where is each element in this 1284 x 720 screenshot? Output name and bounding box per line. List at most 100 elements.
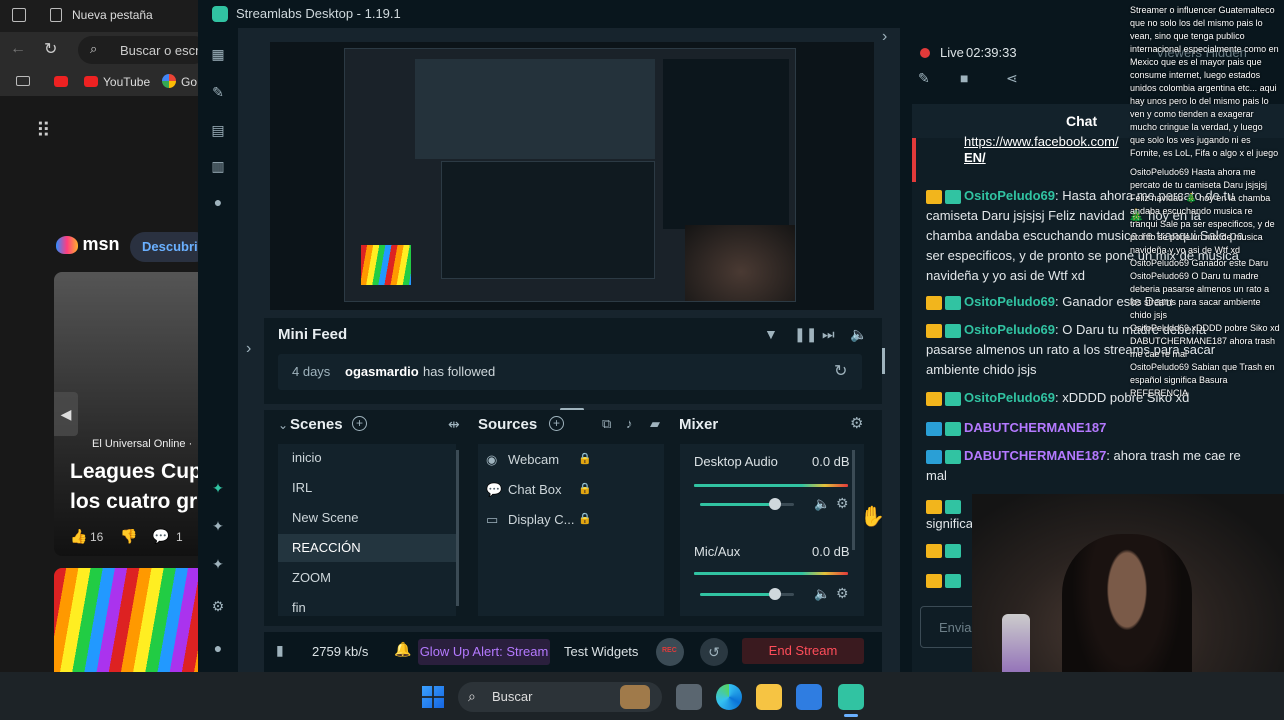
lock-icon[interactable]: 🔒 — [578, 512, 592, 525]
source-folder-icon[interactable]: ▰ — [650, 416, 660, 432]
expand-left-icon[interactable]: › — [246, 340, 251, 358]
bookmark-tab-icon[interactable] — [16, 76, 30, 86]
app-one-icon[interactable]: ✦ — [208, 478, 228, 498]
mouse-cursor-icon: ✋ — [860, 506, 885, 528]
video-camera-icon[interactable]: ■ — [960, 70, 968, 86]
news-headline-2[interactable]: los cuatro gr — [70, 490, 197, 514]
search-icon: ⌕ — [468, 688, 476, 704]
lock-icon[interactable]: 🔒 — [578, 452, 592, 465]
edge-icon[interactable] — [716, 684, 742, 710]
chat-user[interactable]: DABUTCHERMANE187 — [964, 420, 1106, 435]
streamlabs-taskbar-icon[interactable] — [838, 684, 864, 710]
app-two-icon[interactable]: ✦ — [208, 516, 228, 536]
scene-transition-icon[interactable]: ⇹ — [448, 416, 460, 433]
replay-buffer-button[interactable]: ↺ — [700, 638, 728, 666]
tab-actions-icon[interactable] — [12, 8, 26, 22]
app-three-icon[interactable]: ✦ — [208, 554, 228, 574]
search-highlight-icon — [620, 685, 650, 709]
news-image-tv[interactable] — [54, 568, 200, 672]
streamlabs-badge-icon — [945, 391, 961, 406]
collapse-right-icon[interactable]: › — [882, 28, 887, 46]
source-group-icon[interactable]: ⧉ — [602, 416, 611, 432]
scene-item[interactable]: fin — [278, 594, 456, 616]
bookmark-google[interactable]: Go — [181, 75, 197, 89]
taskbar-search[interactable]: ⌕ Buscar — [458, 682, 662, 712]
themes-icon[interactable]: ✎ — [208, 82, 228, 102]
source-item[interactable]: Webcam — [508, 452, 559, 467]
add-scene-icon[interactable]: + — [352, 416, 367, 431]
scene-item[interactable]: New Scene — [278, 504, 456, 532]
alert-button[interactable]: Glow Up Alert: Stream — [418, 639, 550, 665]
feed-scrollbar[interactable] — [882, 348, 885, 374]
filter-icon[interactable]: ▼ — [764, 326, 778, 342]
end-stream-button[interactable]: End Stream — [742, 638, 864, 664]
bell-icon[interactable]: 🔔 — [394, 641, 411, 658]
mixer-channel-level: 0.0 dB — [812, 454, 850, 469]
scene-item[interactable]: ZOOM — [278, 564, 456, 592]
chat-user[interactable]: OsitoPeludo69 — [964, 322, 1055, 337]
comment-icon[interactable]: 💬 — [152, 528, 169, 545]
collapse-scenes-icon[interactable]: ⌄ — [278, 418, 288, 432]
lock-icon[interactable]: 🔒 — [578, 482, 592, 495]
comments-count: 1 — [176, 530, 183, 544]
edit-stream-icon[interactable]: ✎ — [918, 70, 930, 87]
mixer-scrollbar[interactable] — [852, 450, 855, 550]
preview-scenes-thumb — [441, 161, 655, 279]
layout-icon[interactable]: ▥ — [208, 156, 228, 176]
store-icon[interactable]: ▤ — [208, 120, 228, 140]
play-icon[interactable]: ● — [208, 192, 228, 212]
test-widgets-button[interactable]: Test Widgets — [564, 644, 638, 659]
camera-icon: ◉ — [486, 452, 498, 467]
carousel-prev-button[interactable]: ◀ — [54, 392, 78, 436]
share-icon[interactable]: ⋖ — [1006, 70, 1018, 87]
volume-icon[interactable]: 🔈 — [850, 326, 867, 343]
tab-title[interactable]: Nueva pestaña — [72, 8, 153, 22]
reload-icon[interactable]: ↻ — [44, 39, 57, 59]
pause-icon[interactable]: ❚❚ — [794, 326, 817, 343]
streamlabs-badge-icon — [945, 323, 961, 338]
settings-icon[interactable]: ⚙ — [208, 596, 228, 616]
scenes-scrollbar[interactable] — [456, 450, 459, 606]
bookmark-youtube[interactable]: YouTube — [103, 75, 150, 89]
scene-item[interactable]: inicio — [278, 444, 456, 472]
source-item[interactable]: Chat Box — [508, 482, 561, 497]
mute-icon[interactable]: 🔈 — [814, 586, 830, 602]
mixer-settings-icon[interactable]: ⚙ — [850, 414, 863, 432]
replay-icon[interactable]: ↻ — [834, 361, 847, 381]
source-audio-icon[interactable]: ♪ — [626, 416, 633, 431]
file-explorer-icon[interactable] — [756, 684, 782, 710]
preview-capture — [344, 48, 796, 302]
dislike-icon[interactable]: 👎 — [120, 528, 137, 545]
taskbar-search-label: Buscar — [492, 689, 533, 704]
feed-event-row[interactable]: 4 days ogasmardio has followed ↻ — [278, 354, 862, 390]
add-source-icon[interactable]: + — [549, 416, 564, 431]
chat-link[interactable]: https://www.facebook.com/ — [964, 134, 1119, 149]
back-icon[interactable]: ← — [10, 40, 26, 58]
chat-user[interactable]: DABUTCHERMANE187 — [964, 448, 1106, 463]
performance-icon[interactable]: ▮ — [276, 642, 284, 659]
stream-preview[interactable] — [270, 42, 874, 310]
youtube-icon[interactable] — [54, 76, 68, 87]
chat-user[interactable]: OsitoPeludo69 — [964, 390, 1055, 405]
overlay-chat-line: OsitoPeludo69 Hasta ahora me percato de … — [1130, 167, 1275, 255]
apps-grid-icon[interactable]: ⠿ — [36, 118, 51, 143]
chat-user[interactable]: OsitoPeludo69 — [964, 294, 1055, 309]
chat-link[interactable]: EN/ — [964, 150, 986, 165]
address-bar[interactable]: ⌕ Buscar o escr — [78, 36, 208, 64]
channel-settings-icon[interactable]: ⚙ — [836, 585, 849, 602]
store-icon[interactable] — [796, 684, 822, 710]
source-item[interactable]: Display C... — [508, 512, 574, 527]
msn-logo[interactable]: msn — [56, 234, 119, 255]
channel-settings-icon[interactable]: ⚙ — [836, 495, 849, 512]
news-headline-1[interactable]: Leagues Cup — [70, 460, 202, 484]
rec-button[interactable]: REC — [656, 638, 684, 666]
skip-icon[interactable]: ⏭ — [822, 326, 835, 343]
like-icon[interactable]: 👍 — [70, 528, 87, 545]
scene-item-active[interactable]: REACCIÓN — [278, 534, 456, 562]
scene-item[interactable]: IRL — [278, 474, 456, 502]
task-view-icon[interactable] — [676, 684, 702, 710]
mute-icon[interactable]: 🔈 — [814, 496, 830, 512]
profile-icon[interactable]: ● — [208, 638, 228, 658]
editor-icon[interactable]: ▦ — [208, 44, 228, 64]
chat-user[interactable]: OsitoPeludo69 — [964, 188, 1055, 203]
